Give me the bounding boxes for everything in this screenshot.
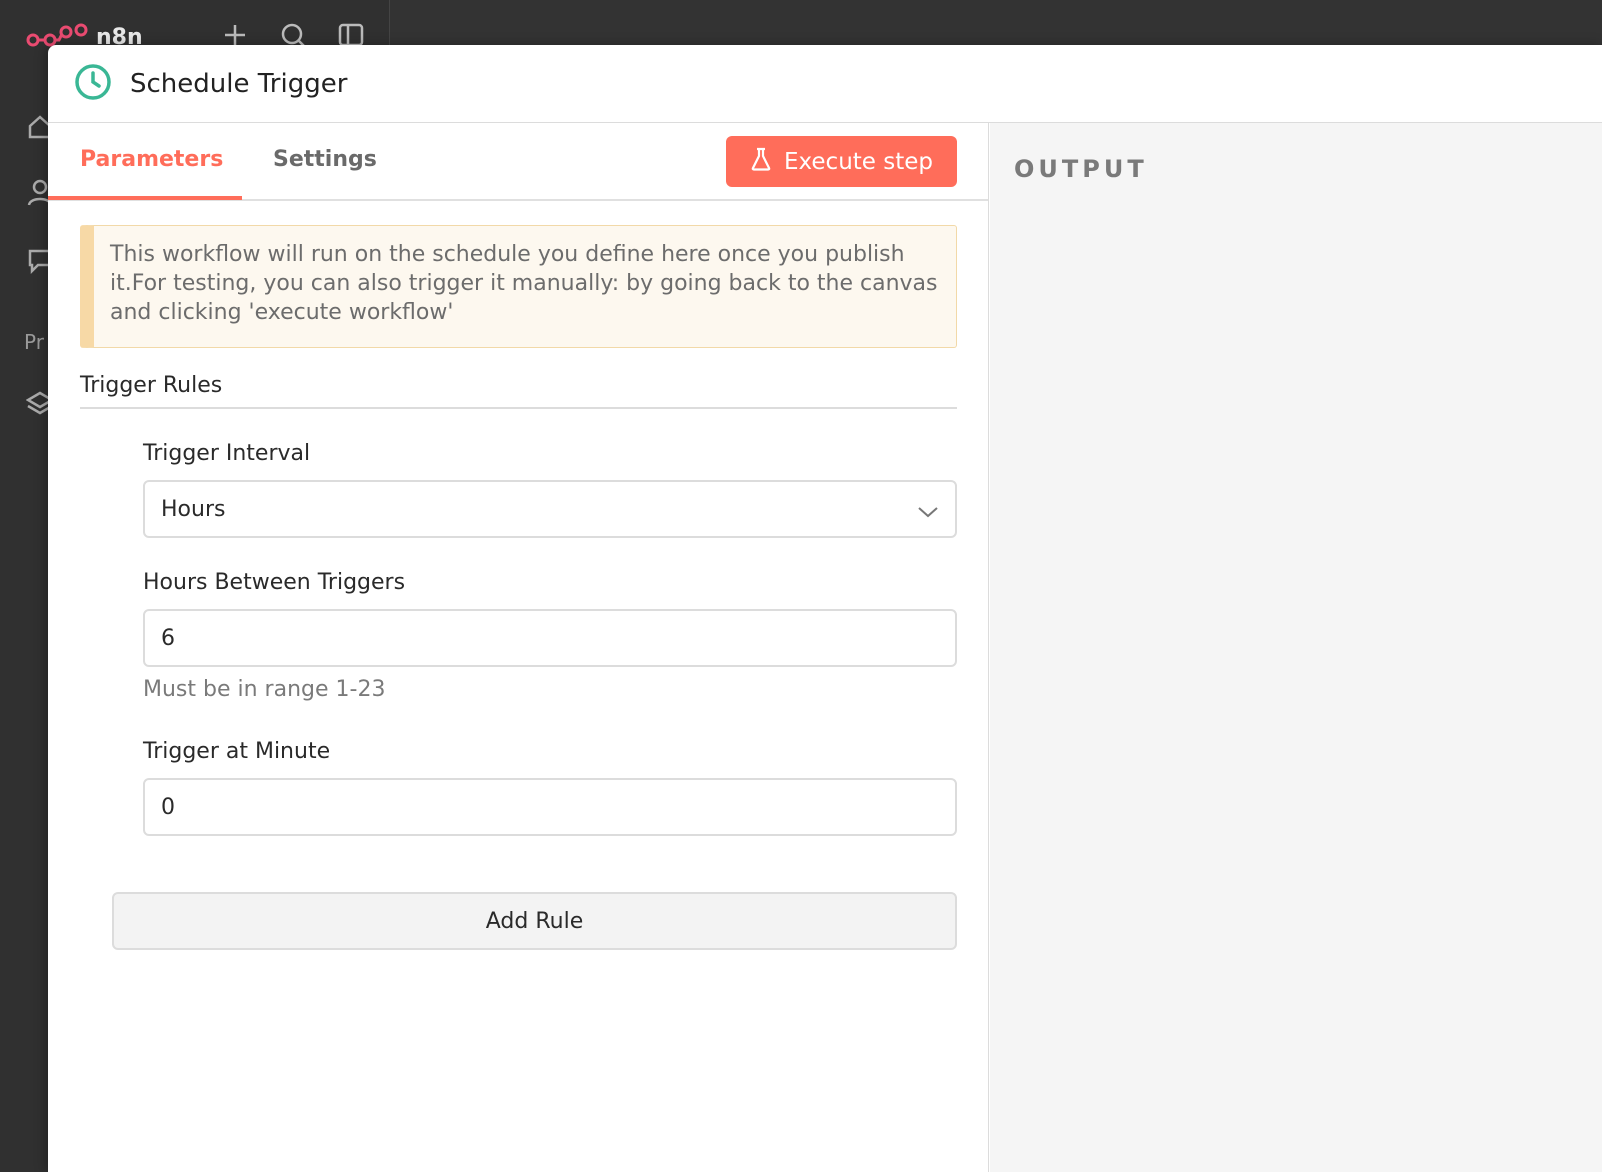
hours-between-value: 6 (161, 625, 175, 651)
info-notice: This workflow will run on the schedule y… (80, 225, 957, 348)
execute-step-button[interactable]: Execute step (726, 136, 957, 187)
hours-between-hint: Must be in range 1-23 (143, 677, 386, 702)
modal-title: Schedule Trigger (130, 68, 348, 99)
tab-parameters[interactable]: Parameters (80, 147, 223, 172)
output-pane: OUTPUT (990, 123, 1602, 1172)
trigger-interval-value: Hours (161, 496, 226, 522)
modal-header: Schedule Trigger (48, 45, 1602, 123)
trigger-minute-input[interactable]: 0 (143, 778, 957, 836)
hours-between-label: Hours Between Triggers (143, 570, 406, 595)
section-divider (80, 407, 957, 409)
trigger-interval-label: Trigger Interval (143, 441, 311, 466)
add-rule-button[interactable]: Add Rule (112, 892, 957, 950)
trigger-rules-heading: Trigger Rules (80, 373, 223, 398)
tab-settings[interactable]: Settings (273, 147, 377, 172)
output-title: OUTPUT (1014, 155, 1148, 183)
sidebar-section-label: Pr (24, 330, 44, 354)
trigger-interval-select[interactable]: Hours (143, 480, 957, 538)
active-tab-indicator (48, 196, 242, 200)
chevron-down-icon (917, 500, 939, 525)
execute-step-label: Execute step (783, 148, 934, 175)
notice-text: This workflow will run on the schedule y… (110, 242, 938, 325)
flask-icon (750, 147, 772, 177)
clock-icon (74, 63, 112, 105)
parameters-pane: Parameters Settings Execute step This wo… (48, 123, 989, 1172)
node-details-modal: Schedule Trigger Parameters Settings Exe… (48, 45, 1602, 1172)
trigger-minute-value: 0 (161, 794, 175, 820)
tabs-bar: Parameters Settings Execute step (48, 123, 988, 201)
trigger-minute-label: Trigger at Minute (143, 739, 331, 764)
hours-between-input[interactable]: 6 (143, 609, 957, 667)
